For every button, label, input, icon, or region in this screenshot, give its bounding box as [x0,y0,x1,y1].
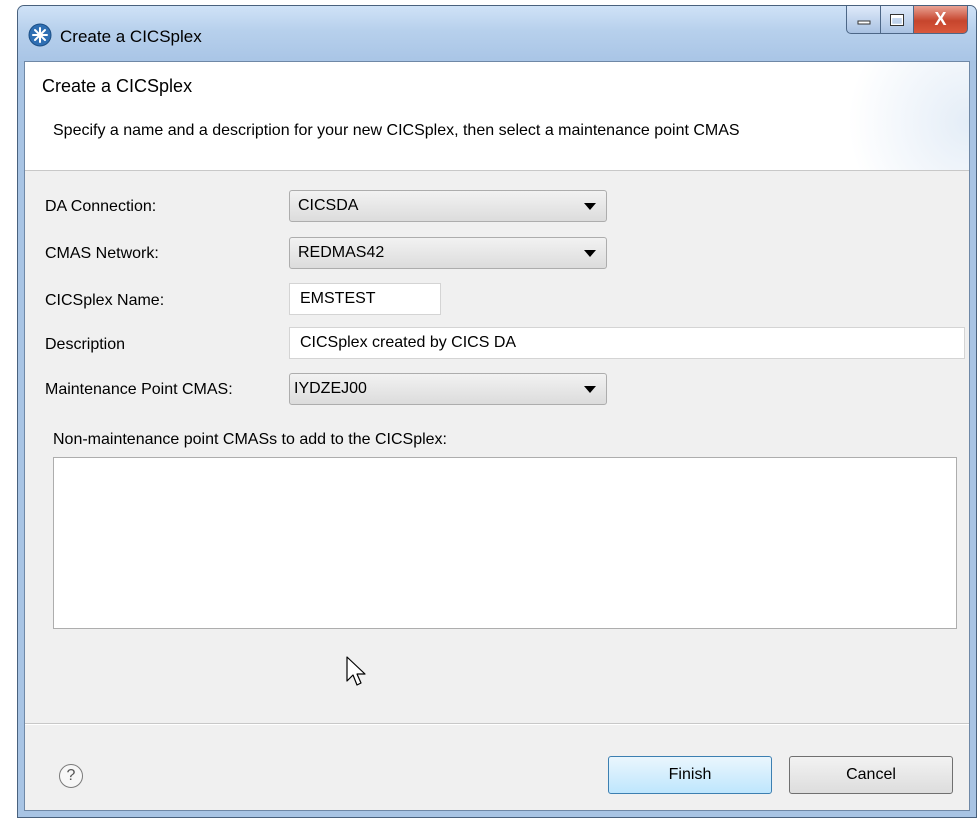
finish-button[interactable]: Finish [608,756,772,794]
chevron-down-icon [584,250,596,257]
window-title: Create a CICSplex [60,27,202,46]
non-maintenance-label: Non-maintenance point CMASs to add to th… [53,431,447,448]
cmas-network-select[interactable]: REDMAS42 [289,237,607,269]
da-connection-label: DA Connection: [45,198,157,215]
cmas-network-label: CMAS Network: [45,245,159,262]
chevron-down-icon [584,203,596,210]
maximize-button[interactable] [881,6,914,34]
description-input[interactable]: CICSplex created by CICS DA [289,327,965,359]
close-icon: X [934,9,947,29]
header-decoration [829,62,969,170]
wizard-header: Create a CICSplex Specify a name and a d… [25,62,969,171]
dialog-window: Create a CICSplex X Create a CICSplex Sp… [17,5,977,818]
cancel-button[interactable]: Cancel [789,756,953,794]
description-label: Description [45,336,126,353]
page-title: Create a CICSplex [42,76,193,96]
minimize-icon [857,20,870,24]
title-bar[interactable]: Create a CICSplex X [18,6,976,61]
help-button[interactable]: ? [59,764,83,788]
cicsplex-name-input[interactable]: EMSTEST [289,283,441,315]
footer-separator [25,723,969,725]
cicsplex-name-label: CICSplex Name: [45,292,165,309]
maximize-icon [890,13,904,26]
close-button[interactable]: X [914,6,968,34]
page-description: Specify a name and a description for you… [53,122,740,139]
cicsplex-name-value: EMSTEST [300,290,376,307]
help-icon: ? [66,767,76,784]
description-value: CICSplex created by CICS DA [300,334,517,351]
cmas-network-value: REDMAS42 [298,244,385,261]
dialog-client-area: Create a CICSplex Specify a name and a d… [24,61,970,811]
maintenance-point-select[interactable]: IYDZEJ00 [289,373,607,405]
chevron-down-icon [584,386,596,393]
da-connection-select[interactable]: CICSDA [289,190,607,222]
mouse-pointer-icon [346,656,366,686]
minimize-button[interactable] [846,6,881,34]
cics-explorer-icon [28,23,52,47]
maintenance-point-label: Maintenance Point CMAS: [45,381,233,398]
non-maintenance-list[interactable] [53,457,957,629]
maintenance-point-value: IYDZEJ00 [294,380,367,397]
caption-buttons: X [846,6,968,35]
da-connection-value: CICSDA [298,197,359,214]
